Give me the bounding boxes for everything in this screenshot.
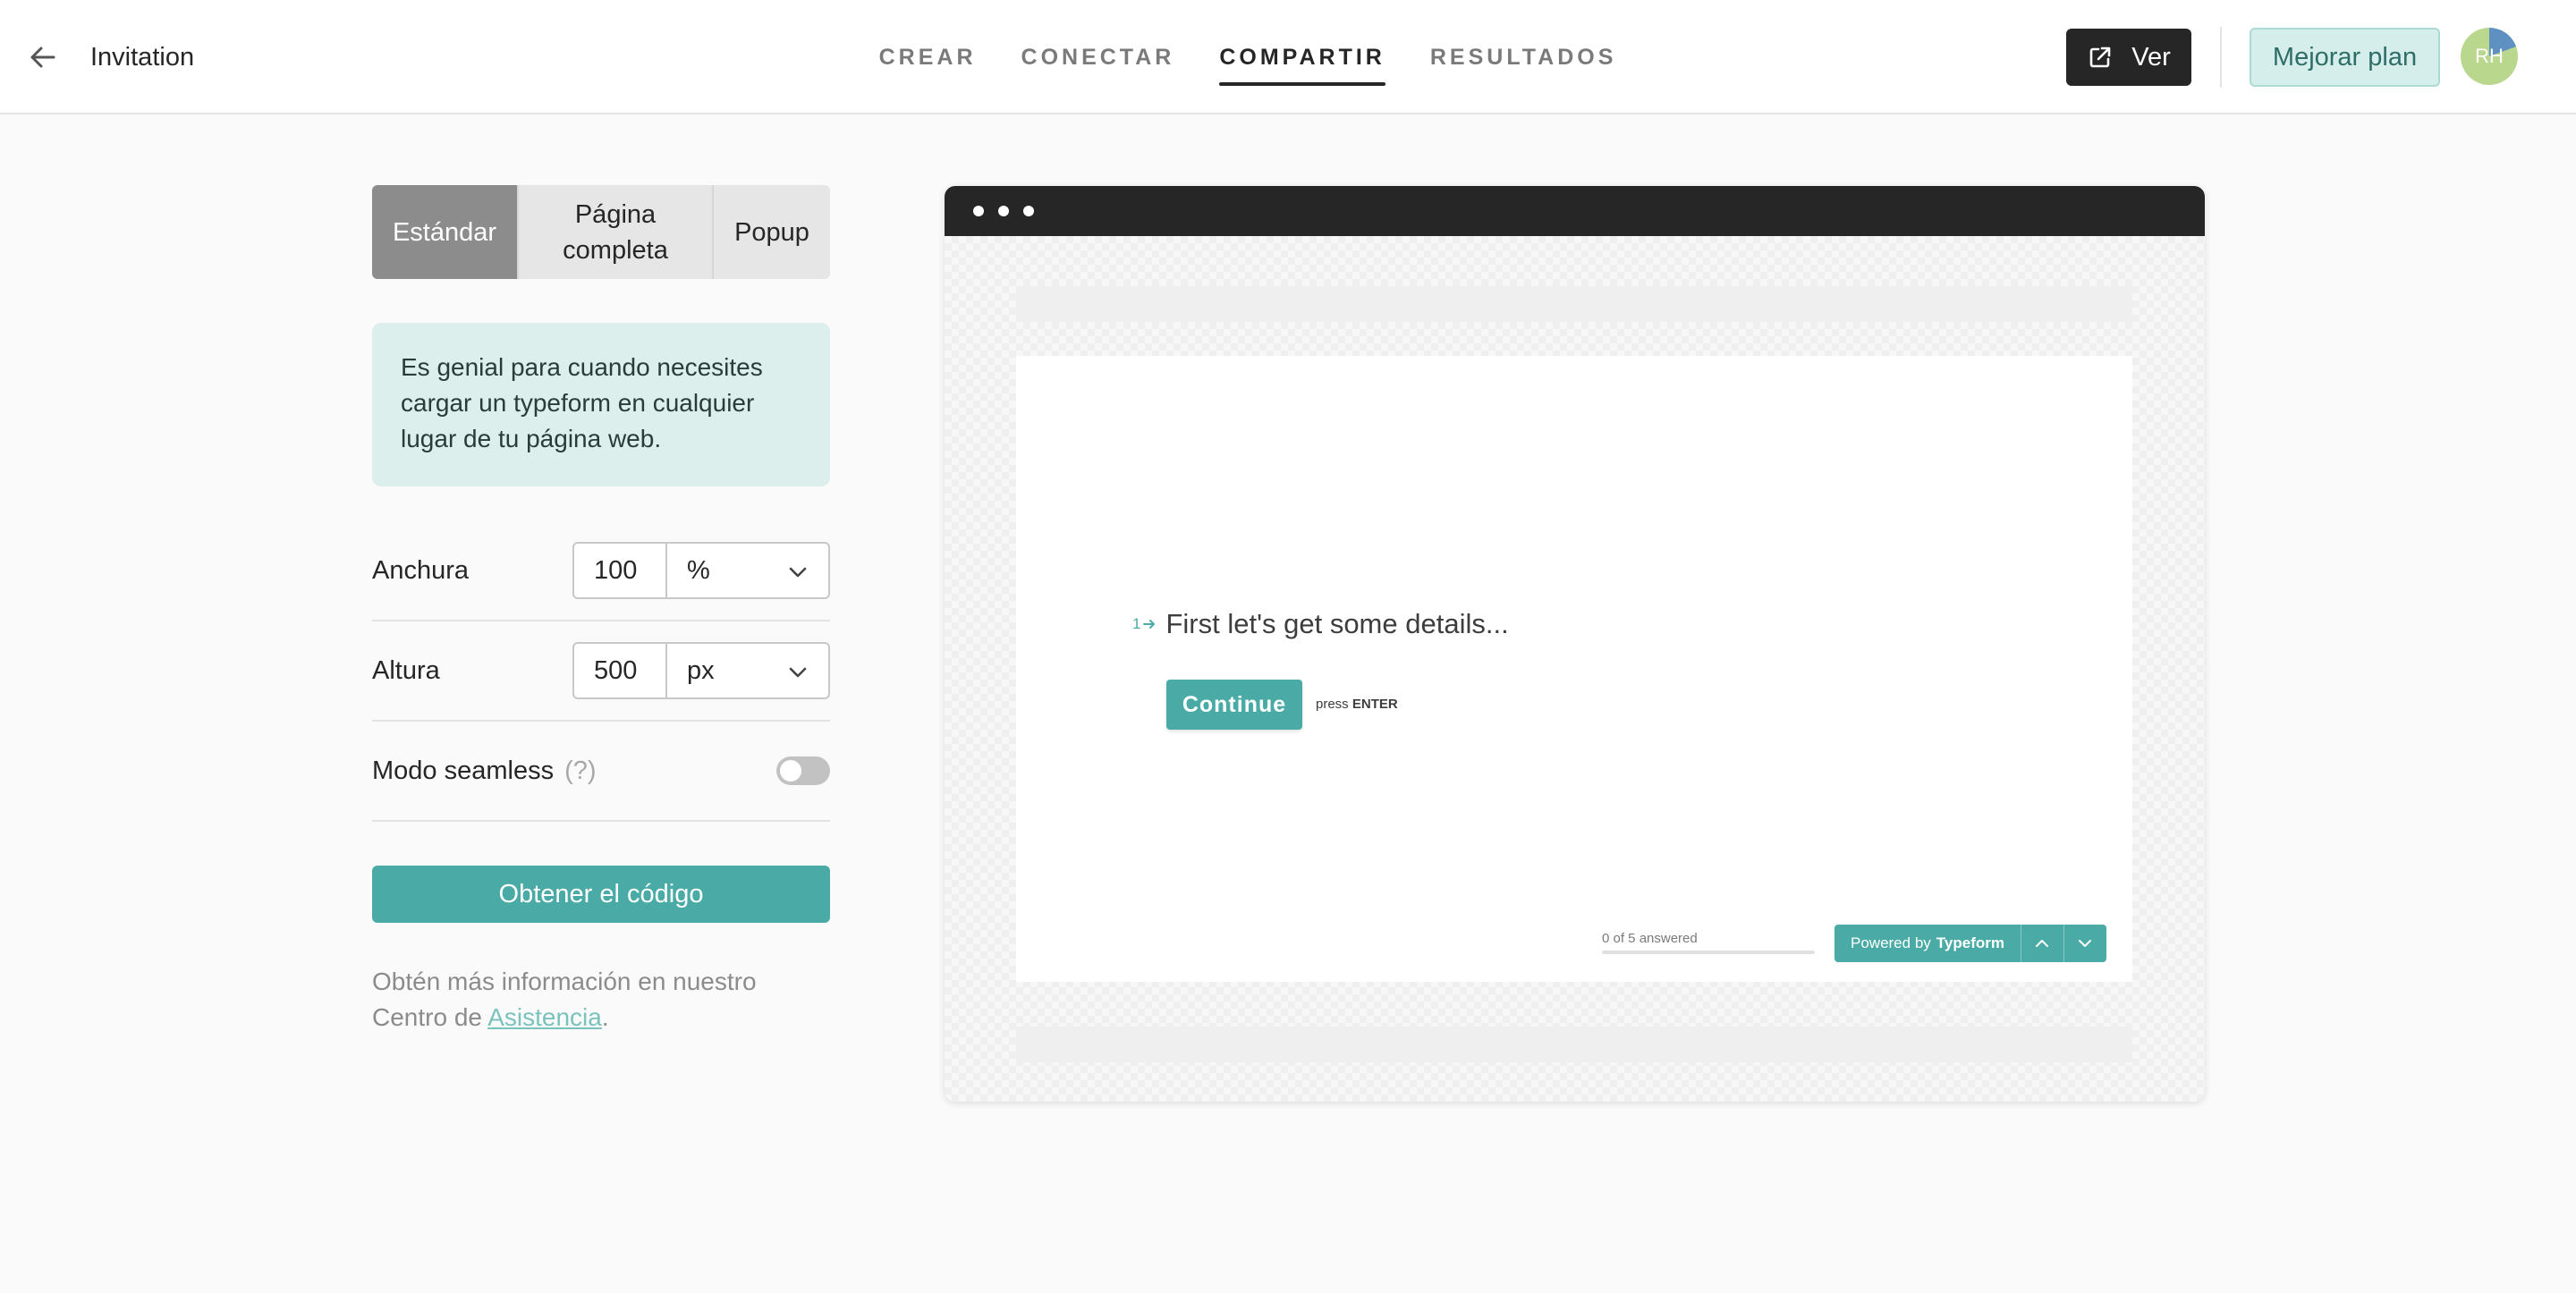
mode-standard-button[interactable]: Estándar <box>372 185 519 279</box>
toggle-knob <box>780 760 801 782</box>
powered-by-bar: Powered by Typeform <box>1835 925 2106 962</box>
enter-key-label: ENTER <box>1352 697 1398 712</box>
window-dot <box>973 206 984 216</box>
tab-conectar[interactable]: CONECTAR <box>1021 0 1175 114</box>
tab-compartir[interactable]: COMPARTIR <box>1219 0 1385 114</box>
seamless-row: Modo seamless (?) <box>372 722 830 822</box>
height-unit-select[interactable]: px <box>665 642 830 699</box>
preview-page: 1 First let's get some details... Contin… <box>945 236 2205 1102</box>
top-header: Invitation CREAR CONECTAR COMPARTIR RESU… <box>0 0 2576 114</box>
placeholder-bar <box>1016 286 2132 322</box>
chevron-down-icon <box>789 567 807 578</box>
press-enter-hint: press ENTER <box>1316 697 1398 712</box>
question-row: 1 First let's get some details... <box>1132 608 1509 640</box>
chevron-up-icon <box>2036 940 2049 947</box>
powered-prefix: Powered by <box>1851 934 1931 951</box>
view-button[interactable]: Ver <box>2066 29 2191 86</box>
mode-popup-button[interactable]: Popup <box>714 185 830 279</box>
form-title: Invitation <box>90 43 195 72</box>
header-divider <box>2220 27 2222 88</box>
chevron-down-icon <box>2079 940 2092 947</box>
help-center-link[interactable]: Asistencia <box>487 1003 602 1031</box>
mode-description: Es genial para cuando necesites cargar u… <box>372 323 830 486</box>
powered-brand: Typeform <box>1936 934 2004 951</box>
question-text: First let's get some details... <box>1165 608 1509 639</box>
question-number: 1 <box>1132 615 1157 633</box>
seamless-label: Modo seamless <box>372 756 555 785</box>
previous-question-button[interactable] <box>2020 925 2063 962</box>
embedded-typeform: 1 First let's get some details... Contin… <box>1016 356 2132 982</box>
window-dot <box>1023 206 1034 216</box>
width-row: Anchura 100 % <box>372 521 830 621</box>
browser-bar <box>945 186 2205 236</box>
powered-by-link[interactable]: Powered by Typeform <box>1835 925 2021 962</box>
tab-crear[interactable]: CREAR <box>879 0 977 114</box>
height-input[interactable]: 500 <box>572 642 667 699</box>
embed-mode-selector: Estándar Página completa Popup <box>372 185 830 279</box>
seamless-help-link[interactable]: (?) <box>564 756 596 786</box>
progress-text: 0 of 5 answered <box>1602 931 1698 946</box>
arrow-left-icon <box>30 46 55 68</box>
press-label: press <box>1316 697 1349 712</box>
height-label: Altura <box>372 655 440 685</box>
progress-bar <box>1602 951 1815 954</box>
width-label: Anchura <box>372 555 470 585</box>
height-row: Altura 500 px <box>372 621 830 722</box>
tab-resultados[interactable]: RESULTADOS <box>1430 0 1617 114</box>
external-link-icon <box>2089 46 2111 68</box>
chevron-down-icon <box>789 667 807 678</box>
view-button-label: Ver <box>2131 42 2171 72</box>
seamless-toggle[interactable] <box>776 756 830 785</box>
width-unit-value: % <box>687 555 710 585</box>
width-unit-select[interactable]: % <box>665 542 830 599</box>
placeholder-bar <box>1016 1027 2132 1062</box>
help-text: Obtén más información en nuestro Centro … <box>372 964 830 1035</box>
help-text-suffix: . <box>601 1003 609 1031</box>
mode-fullpage-button[interactable]: Página completa <box>519 185 714 279</box>
window-dot <box>998 206 1009 216</box>
embed-settings-panel: Estándar Página completa Popup Es genial… <box>372 185 830 1035</box>
next-question-button[interactable] <box>2063 925 2106 962</box>
width-input[interactable]: 100 <box>572 542 667 599</box>
continue-button[interactable]: Continue <box>1166 680 1302 730</box>
upgrade-plan-button[interactable]: Mejorar plan <box>2250 28 2440 87</box>
height-unit-value: px <box>687 655 715 685</box>
question-number-value: 1 <box>1132 615 1141 632</box>
get-code-button[interactable]: Obtener el código <box>372 866 830 923</box>
arrow-right-icon <box>1143 620 1156 629</box>
avatar[interactable]: RH <box>2461 28 2518 85</box>
back-button[interactable] <box>25 39 61 75</box>
embed-preview: 1 First let's get some details... Contin… <box>945 186 2205 1102</box>
